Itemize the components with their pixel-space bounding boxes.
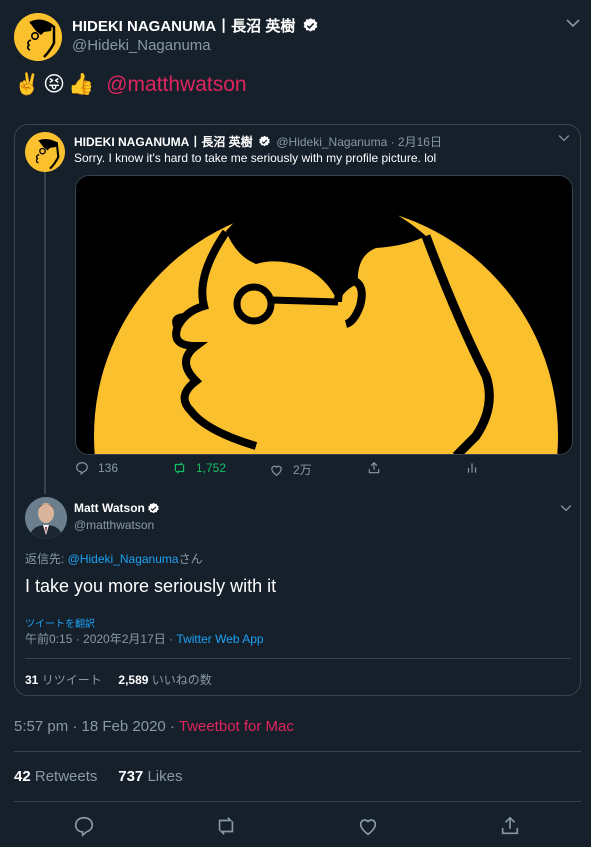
likes-count[interactable]: 737 [118,768,143,785]
replying-to-mention[interactable]: @Hideki_Naganuma [68,552,179,566]
tweet-time-text[interactable]: 5:57 pm · 18 Feb 2020 · [14,718,179,735]
chevron-down-icon[interactable] [563,13,583,33]
reply-author-avatar[interactable] [25,497,67,539]
author-handle[interactable]: @Hideki_Naganuma [72,37,211,54]
retweet-action[interactable]: 1,752 [172,461,226,475]
divider [14,801,581,802]
translate-tweet-link[interactable]: ツイートを翻訳 [25,615,95,630]
replying-to-suffix: さん [178,552,203,566]
quoted-tweet-text: Sorry. I know it's hard to take me serio… [74,151,437,165]
divider [25,658,571,659]
like-count: 2万 [293,463,312,477]
quoted-handle-date: @Hideki_Naganuma · 2月16日 [276,135,442,149]
reply-timestamp: 午前0:15 · 2020年2月17日 · Twitter Web App [25,630,264,647]
author-avatar[interactable] [14,13,62,61]
chevron-down-icon[interactable] [556,130,572,146]
reply-tweet-text: I take you more seriously with it [25,576,277,596]
reply-retweets-count[interactable]: 31 [25,673,38,687]
reply-icon [76,462,88,475]
reply-author-name[interactable]: Matt Watson [74,501,160,515]
analytics-action[interactable] [465,461,488,475]
author-name-text: HIDEKI NAGANUMA丨長沼 英樹 [72,18,296,35]
likes-label[interactable]: Likes [147,768,182,785]
verified-badge-icon [148,502,159,513]
reply-stats: 31 リツイート 2,589 いいねの数 [25,671,212,688]
share-icon[interactable] [499,815,521,837]
retweet-icon [174,462,185,474]
retweets-label[interactable]: Retweets [35,768,98,785]
victory-hand-emoji: ✌️ [14,73,41,96]
thread-line [44,172,46,494]
reply-likes-count[interactable]: 2,589 [118,673,148,687]
reply-action[interactable]: 136 [75,461,118,475]
like-icon[interactable] [357,815,379,837]
reply-author-name-text: Matt Watson [74,501,145,515]
quoted-tweet-header: HIDEKI NAGANUMA丨長沼 英樹 @Hideki_Naganuma ·… [74,133,442,150]
chevron-down-icon[interactable] [558,500,574,516]
tweet-stats: 42 Retweets 737 Likes [14,768,182,785]
reply-client-link[interactable]: Twitter Web App [176,632,263,646]
quoted-action-bar: 136 1,752 2万 [75,461,555,481]
reply-retweets-label[interactable]: リツイート [42,673,102,687]
reply-timestamp-text: 午前0:15 · 2020年2月17日 · [25,632,177,646]
like-icon [271,465,282,476]
tweet-timestamp: 5:57 pm · 18 Feb 2020 · Tweetbot for Mac [14,718,294,735]
quoted-author-name[interactable]: HIDEKI NAGANUMA丨長沼 英樹 [74,135,253,149]
reply-author-handle[interactable]: @matthwatson [74,518,154,532]
verified-badge-icon [259,135,270,147]
reply-count: 136 [98,461,119,475]
thumbs-up-emoji: 👍 [68,73,95,96]
replying-to: 返信先: @Hideki_Naganumaさん [25,550,203,567]
divider [14,751,581,752]
client-link[interactable]: Tweetbot for Mac [179,718,294,735]
verified-badge-icon [303,18,317,32]
retweet-icon[interactable] [215,815,237,837]
like-action[interactable]: 2万 [269,461,312,478]
share-icon [368,461,380,474]
analytics-icon [467,463,477,473]
reply-likes-label[interactable]: いいねの数 [152,673,212,687]
quoted-tweet-image[interactable] [75,175,573,455]
tweet-text: ✌️ 😝 👍 @matthwatson [14,70,247,100]
squinting-tongue-emoji: 😝 [43,73,66,96]
reply-icon[interactable] [73,815,95,837]
mention-link[interactable]: @matthwatson [106,73,246,97]
share-action[interactable] [367,461,390,475]
retweet-count: 1,752 [196,461,227,475]
replying-to-prefix: 返信先: [25,552,68,566]
retweets-count[interactable]: 42 [14,768,31,785]
quoted-author-avatar[interactable] [25,132,65,172]
author-name[interactable]: HIDEKI NAGANUMA丨長沼 英樹 [72,15,319,36]
